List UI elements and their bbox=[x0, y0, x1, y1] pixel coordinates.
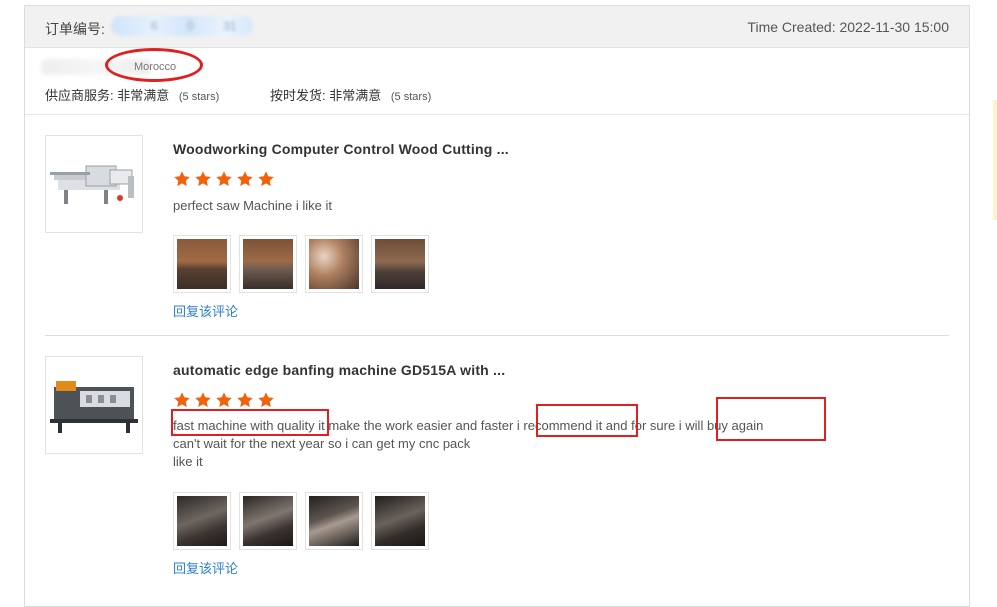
time-created: Time Created: 2022-11-30 15:00 bbox=[747, 19, 949, 35]
review-comment-line: like it bbox=[173, 454, 203, 469]
star-icon bbox=[216, 392, 232, 408]
product-thumbnail[interactable] bbox=[45, 356, 143, 454]
review-photo[interactable] bbox=[305, 235, 363, 293]
supplier-service-rating: 供应商服务: 非常满意 (5 stars) bbox=[45, 85, 219, 104]
sliding-table-saw-image bbox=[50, 165, 134, 204]
on-time-value: 非常满意 bbox=[329, 88, 382, 103]
right-edge-strip bbox=[993, 100, 997, 220]
star-icon bbox=[237, 171, 253, 187]
star-icon bbox=[174, 171, 190, 187]
review-photo[interactable] bbox=[239, 235, 297, 293]
review-item: automatic edge banfing machine GD515A wi… bbox=[45, 356, 949, 586]
star-icon bbox=[258, 392, 274, 408]
star-icon bbox=[237, 392, 253, 408]
review-photo[interactable] bbox=[173, 235, 231, 293]
product-thumbnail[interactable] bbox=[45, 135, 143, 233]
star-icon bbox=[216, 171, 232, 187]
annotation-box-fast-machine bbox=[171, 409, 329, 436]
on-time-label: 按时发货: bbox=[270, 88, 326, 103]
order-header: 订单编号: 6 0 31 Time Created: 2022-11-30 15:0… bbox=[25, 6, 969, 48]
annotation-box-recommend bbox=[536, 404, 638, 437]
review-photos bbox=[173, 492, 429, 550]
reply-to-review-link[interactable]: 回复该评论 bbox=[173, 558, 238, 577]
order-number-label: 订单编号: bbox=[45, 21, 105, 37]
star-icon bbox=[195, 392, 211, 408]
product-title[interactable]: automatic edge banfing machine GD515A wi… bbox=[173, 362, 505, 378]
star-rating bbox=[173, 170, 275, 188]
on-time-shipping-rating: 按时发货: 非常满意 (5 stars) bbox=[270, 85, 431, 104]
review-photo[interactable] bbox=[371, 235, 429, 293]
edge-banding-machine-image bbox=[50, 381, 138, 433]
supplier-service-stars: (5 stars) bbox=[178, 91, 220, 103]
review-divider bbox=[45, 335, 949, 336]
review-comment-line: perfect saw Machine i like it bbox=[173, 198, 332, 213]
review-photo[interactable] bbox=[239, 492, 297, 550]
review-comment: perfect saw Machine i like it bbox=[173, 197, 332, 215]
review-comment-line: can't wait for the next year so i can ge… bbox=[173, 436, 471, 451]
star-icon bbox=[258, 171, 274, 187]
order-review-panel: 订单编号: 6 0 31 Time Created: 2022-11-30 15:0… bbox=[24, 5, 970, 607]
supplier-service-label: 供应商服务: bbox=[45, 88, 114, 103]
review-photos bbox=[173, 235, 429, 293]
reply-to-review-link[interactable]: 回复该评论 bbox=[173, 301, 238, 320]
supplier-service-value: 非常满意 bbox=[117, 88, 170, 103]
star-icon bbox=[195, 171, 211, 187]
review-photo[interactable] bbox=[173, 492, 231, 550]
star-rating bbox=[173, 391, 275, 409]
order-number-redacted: 6 0 31 bbox=[111, 16, 253, 36]
on-time-stars: (5 stars) bbox=[390, 91, 432, 103]
buyer-info-row: Morocco 供应商服务: 非常满意 (5 stars) 按时发货: 非常满意… bbox=[25, 48, 969, 115]
annotation-ellipse-country bbox=[105, 48, 203, 82]
review-item: Woodworking Computer Control Wood Cuttin… bbox=[45, 135, 949, 325]
review-photo[interactable] bbox=[371, 492, 429, 550]
annotation-box-buy-again bbox=[716, 397, 826, 441]
review-photo[interactable] bbox=[305, 492, 363, 550]
product-title[interactable]: Woodworking Computer Control Wood Cuttin… bbox=[173, 141, 509, 157]
star-icon bbox=[174, 392, 190, 408]
